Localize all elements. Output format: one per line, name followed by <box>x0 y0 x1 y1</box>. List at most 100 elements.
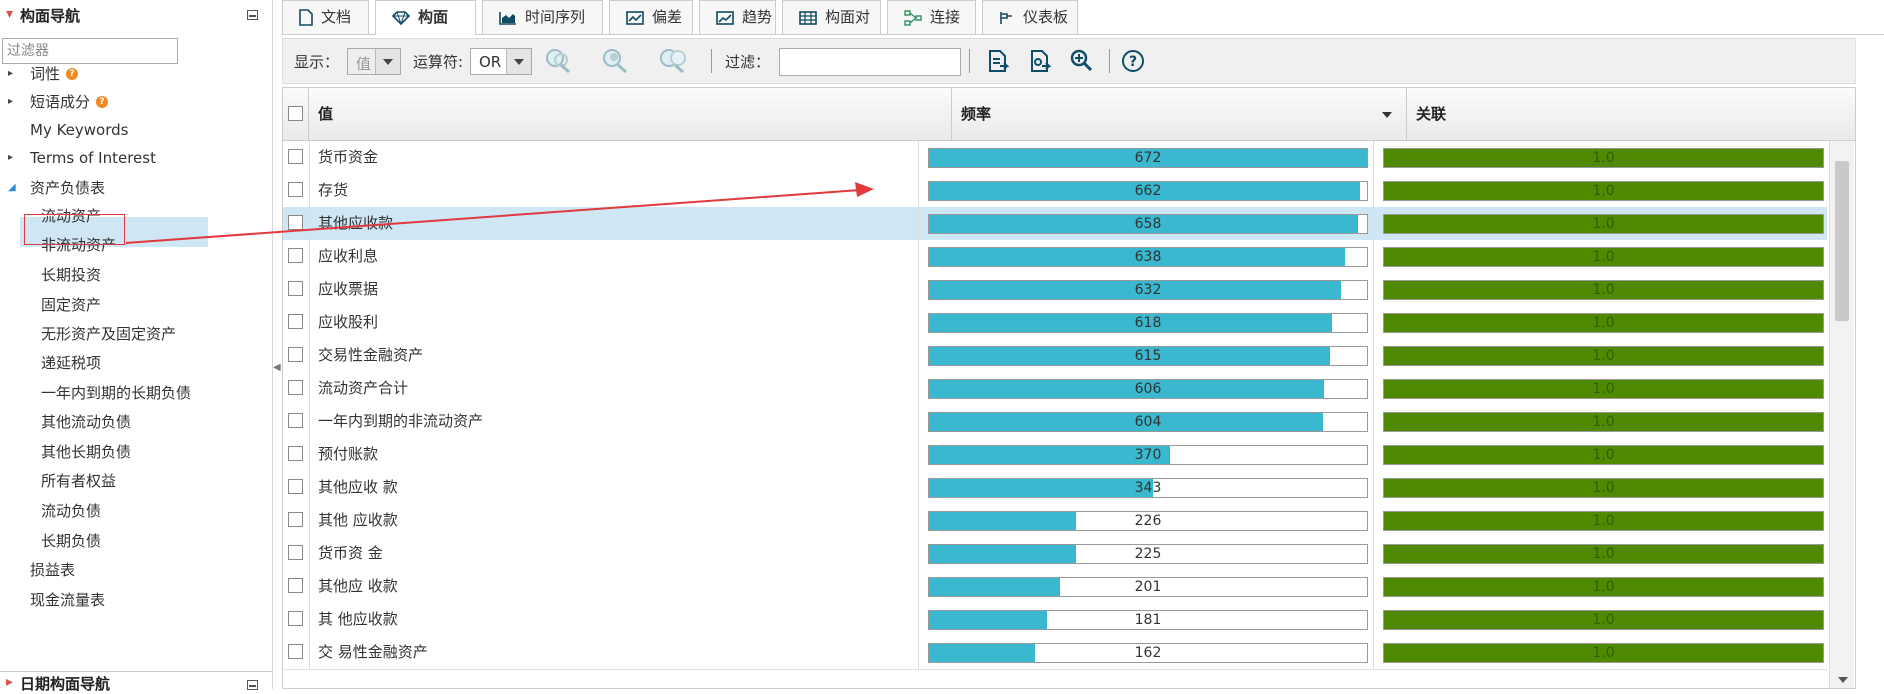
frequency-bar: 162 <box>928 643 1368 663</box>
tab-dashboard[interactable]: 仪表板 <box>982 0 1078 34</box>
facet-toolbar: 显示： 值 运算符: OR 过滤： ? <box>282 38 1856 84</box>
table-row[interactable]: 交易性金融资产 615 1.0 <box>283 339 1827 373</box>
expand-caret-icon[interactable]: ▸ <box>6 674 13 690</box>
cell-divider <box>1373 207 1374 240</box>
export-image-icon[interactable] <box>1025 46 1055 76</box>
vertical-scrollbar[interactable] <box>1829 141 1854 688</box>
tab-label: 连接 <box>930 8 961 26</box>
chevron-down-icon <box>506 49 531 74</box>
scroll-down-arrow-icon[interactable] <box>1838 677 1848 683</box>
tree-item-label: 其他流动负债 <box>41 413 132 431</box>
frequency-bar: 370 <box>928 445 1368 465</box>
column-header-correlation[interactable]: 关联 <box>1407 88 1855 140</box>
tab-diamond[interactable]: 构面 <box>375 0 476 35</box>
help-badge-icon[interactable]: ? <box>66 68 78 80</box>
svg-text:?: ? <box>1129 54 1137 70</box>
tree-item-label: 其他长期负债 <box>41 443 132 461</box>
table-row[interactable]: 交 易性金融资产 162 1.0 <box>283 636 1827 670</box>
correlation-bar: 1.0 <box>1383 445 1824 465</box>
table-row[interactable]: 其他应收 款 343 1.0 <box>283 471 1827 505</box>
export-document-icon[interactable] <box>983 46 1013 76</box>
display-select[interactable]: 值 <box>347 48 401 75</box>
row-checkbox[interactable] <box>288 545 303 560</box>
collapsed-arrow-icon[interactable]: ▸ <box>8 88 18 116</box>
row-checkbox[interactable] <box>288 380 303 395</box>
row-checkbox[interactable] <box>288 182 303 197</box>
value-cell: 交易性金融资产 <box>318 346 424 364</box>
row-checkbox[interactable] <box>288 281 303 296</box>
tab-network[interactable]: 连接 <box>887 0 976 34</box>
column-header-value[interactable]: 值 <box>309 88 952 140</box>
correlation-bar: 1.0 <box>1383 577 1824 597</box>
table-row[interactable]: 应收票据 632 1.0 <box>283 273 1827 307</box>
collapse-caret-icon[interactable]: ▾ <box>6 6 13 22</box>
frequency-bar: 604 <box>928 412 1368 432</box>
filter-label: 过滤： <box>725 53 771 71</box>
table-row[interactable]: 流动资产合计 606 1.0 <box>283 372 1827 406</box>
cell-divider <box>1373 273 1374 306</box>
cell-divider <box>1373 438 1374 471</box>
table-row[interactable]: 货币资金 672 1.0 <box>283 141 1827 175</box>
search-binoculars-icon[interactable] <box>544 46 574 76</box>
tab-label: 偏差 <box>652 8 683 26</box>
collapsed-arrow-icon[interactable]: ▸ <box>8 60 18 88</box>
table-row[interactable]: 货币资 金 225 1.0 <box>283 537 1827 571</box>
cell-divider <box>1373 141 1374 174</box>
sort-descending-icon[interactable] <box>1382 112 1392 118</box>
table-row[interactable]: 存货 662 1.0 <box>283 174 1827 208</box>
table-row[interactable]: 应收利息 638 1.0 <box>283 240 1827 274</box>
view-tabs: 文档 构面 时间序列 偏差 趋势 构面对 连接 仪表板 <box>282 0 1884 35</box>
row-checkbox[interactable] <box>288 578 303 593</box>
correlation-bar: 1.0 <box>1383 313 1824 333</box>
tab-line-chart[interactable]: 偏差 <box>609 0 693 34</box>
tab-table-grid[interactable]: 构面对 <box>782 0 881 34</box>
table-row[interactable]: 一年内到期的非流动资产 604 1.0 <box>283 405 1827 439</box>
expanded-arrow-icon[interactable]: ◢ <box>8 174 18 202</box>
date-facet-navigation-title: 日期构面导航 <box>20 675 111 693</box>
row-checkbox[interactable] <box>288 479 303 494</box>
row-checkbox[interactable] <box>288 512 303 527</box>
correlation-value: 1.0 <box>1592 249 1615 265</box>
table-row[interactable]: 预付账款 370 1.0 <box>283 438 1827 472</box>
table-row[interactable]: 其他应收款 658 1.0 <box>283 207 1827 241</box>
tab-area-chart[interactable]: 时间序列 <box>482 0 603 34</box>
table-row[interactable]: 其他 应收款 226 1.0 <box>283 504 1827 538</box>
row-checkbox[interactable] <box>288 347 303 362</box>
column-header-frequency[interactable]: 频率 <box>952 88 1407 140</box>
row-checkbox[interactable] <box>288 644 303 659</box>
row-checkbox[interactable] <box>288 215 303 230</box>
collapsed-arrow-icon[interactable]: ▸ <box>8 144 18 172</box>
help-icon[interactable]: ? <box>1118 46 1148 76</box>
grid-header: 值 频率 关联 <box>283 88 1855 141</box>
panel-collapse-handle-icon[interactable]: ◀ <box>273 362 281 373</box>
row-checkbox[interactable] <box>288 611 303 626</box>
zoom-in-icon[interactable] <box>1067 46 1097 76</box>
facet-filter-input[interactable] <box>2 38 178 64</box>
minimize-icon[interactable] <box>247 10 258 20</box>
cell-divider <box>309 537 310 570</box>
select-all-checkbox[interactable] <box>288 106 303 121</box>
grid-filter-input[interactable] <box>779 48 961 76</box>
cell-divider <box>1373 339 1374 372</box>
scrollbar-thumb[interactable] <box>1835 161 1849 321</box>
row-checkbox[interactable] <box>288 446 303 461</box>
tab-document[interactable]: 文档 <box>282 0 369 34</box>
row-checkbox[interactable] <box>288 248 303 263</box>
help-badge-icon[interactable]: ? <box>96 96 108 108</box>
search-zoom-icon[interactable] <box>601 46 631 76</box>
table-row[interactable]: 应收股利 618 1.0 <box>283 306 1827 340</box>
date-facet-navigation-header[interactable]: ▸ 日期构面导航 <box>0 671 272 693</box>
row-checkbox[interactable] <box>288 149 303 164</box>
frequency-bar: 658 <box>928 214 1368 234</box>
row-checkbox[interactable] <box>288 314 303 329</box>
value-cell: 存货 <box>318 181 349 199</box>
table-row[interactable]: 其 他应收款 181 1.0 <box>283 603 1827 637</box>
facet-navigation-header[interactable]: ▾ 构面导航 <box>0 0 272 30</box>
tree-item-label: 递延税项 <box>41 354 102 372</box>
search-group-icon[interactable] <box>658 46 688 76</box>
operator-select[interactable]: OR <box>470 48 532 75</box>
table-row[interactable]: 其他应 收款 201 1.0 <box>283 570 1827 604</box>
row-checkbox[interactable] <box>288 413 303 428</box>
cell-divider <box>309 438 310 471</box>
tab-trend-chart[interactable]: 趋势 <box>699 0 776 34</box>
